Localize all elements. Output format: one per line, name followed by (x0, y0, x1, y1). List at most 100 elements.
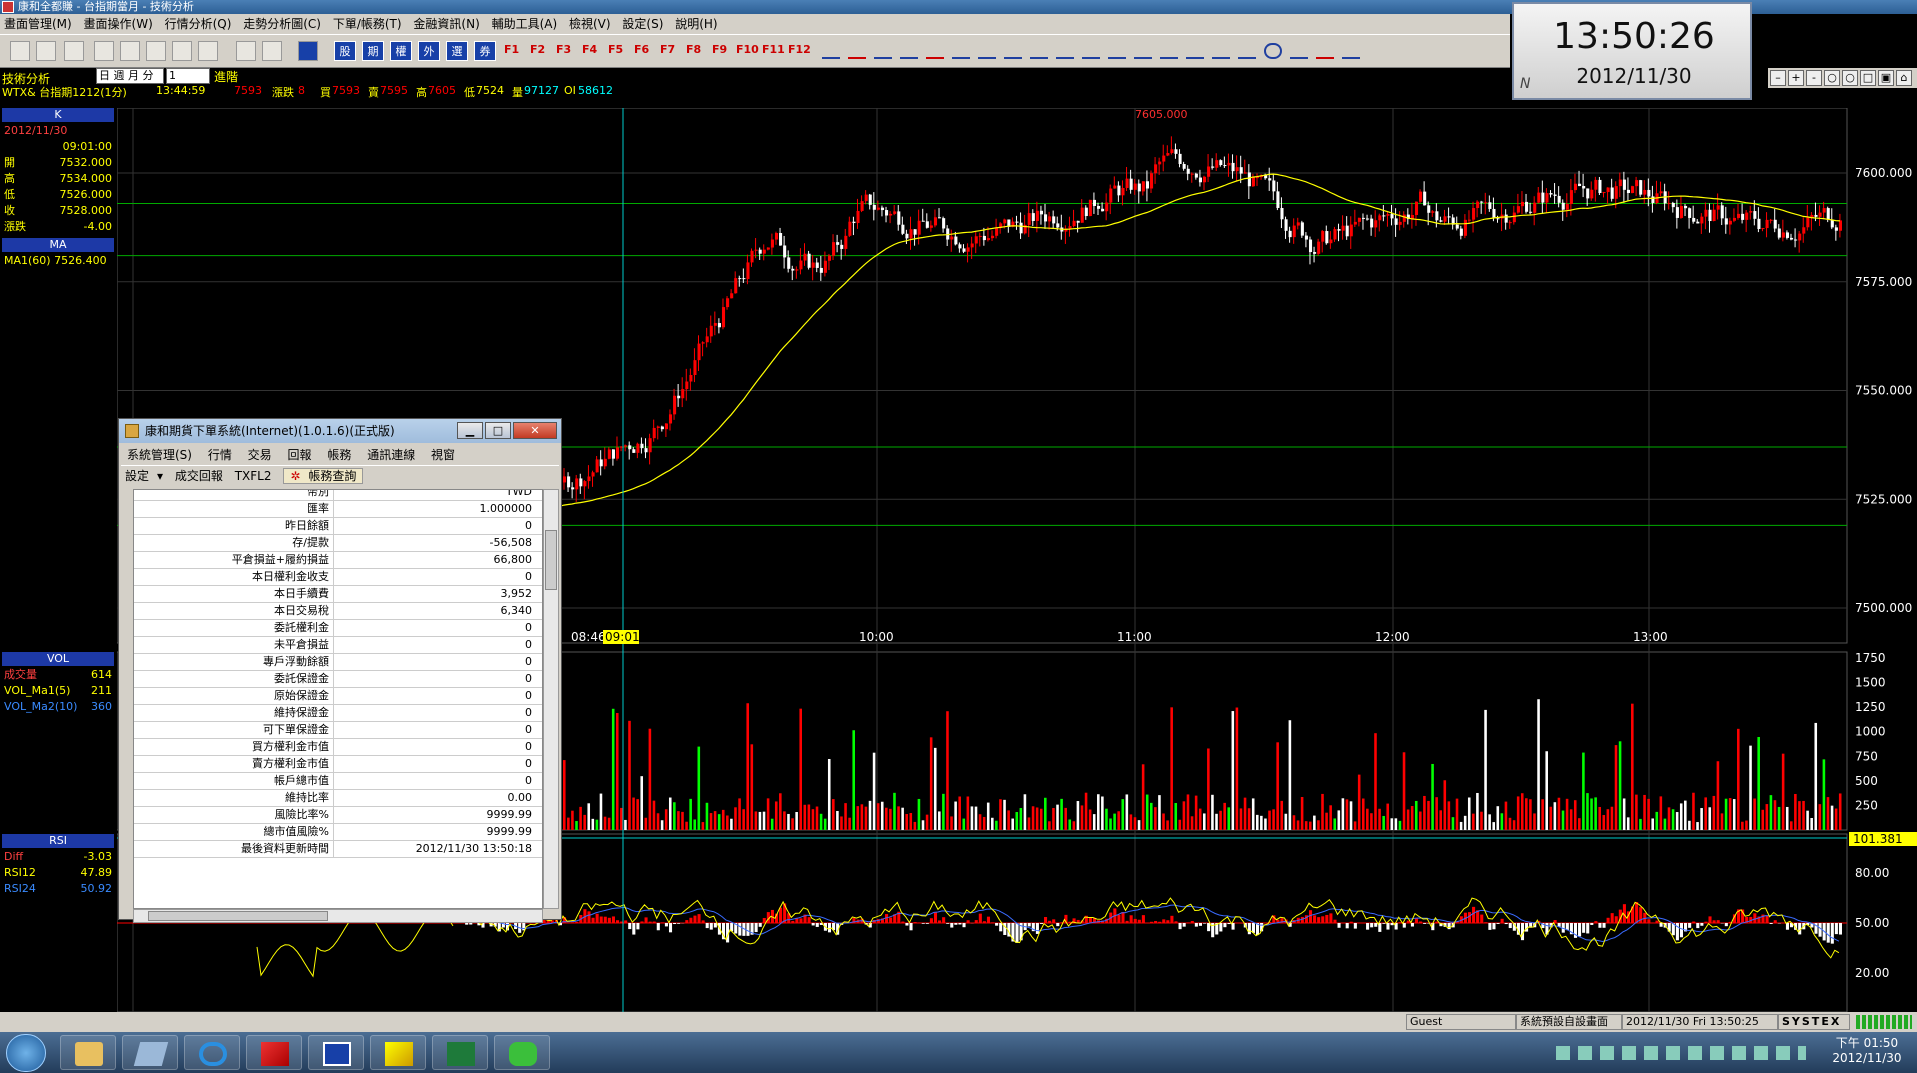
account-row[interactable]: 可下單保證金 0 (134, 722, 542, 739)
dialog-close-button[interactable]: ✕ (513, 422, 557, 439)
fkey-f5[interactable]: F5 (608, 43, 623, 56)
toolbar-concord-icon[interactable] (298, 41, 318, 61)
draw-hline-icon[interactable] (822, 43, 840, 59)
draw-circle-icon[interactable] (1264, 43, 1282, 59)
menu-item-order-account[interactable]: 下單/帳務(T) (333, 17, 402, 31)
draw-fib-icon[interactable] (1004, 43, 1022, 59)
dialog-fill-report-button[interactable]: 成交回報 (175, 469, 223, 483)
taskbar-clock[interactable]: 下午 01:50 2012/11/30 (1820, 1036, 1914, 1066)
account-row[interactable]: 總市值風險% 9999.99 (134, 824, 542, 841)
draw-pencil-icon[interactable] (1290, 43, 1308, 59)
hscroll-thumb[interactable] (148, 911, 328, 921)
menu-item-settings[interactable]: 設定(S) (622, 17, 663, 31)
ma-header[interactable]: MA (2, 238, 114, 252)
toolbar-bond-button[interactable]: 券 (474, 41, 496, 61)
toolbar-color-icon[interactable] (198, 41, 218, 61)
dialog-menu-system[interactable]: 系統管理(S) (127, 448, 192, 462)
menu-item-screen-manage[interactable]: 畫面管理(M) (4, 17, 72, 31)
draw-time-icon[interactable] (1186, 43, 1204, 59)
menu-item-help[interactable]: 說明(H) (675, 17, 717, 31)
draw-gann-icon[interactable] (1082, 43, 1100, 59)
account-row[interactable]: 昨日餘額 0 (134, 518, 542, 535)
toolbar-select-button[interactable]: 選 (446, 41, 468, 61)
toolbar-stock-button[interactable]: 股 (334, 41, 356, 61)
fkey-f6[interactable]: F6 (634, 43, 649, 56)
period-selector[interactable]: 日 週 月 分 (96, 68, 164, 84)
toolbar-save-icon[interactable] (10, 41, 30, 61)
k-header[interactable]: K (2, 108, 114, 122)
tray-icons[interactable] (1556, 1046, 1806, 1060)
account-row[interactable]: 幣別 TWD (134, 490, 542, 501)
search2-icon[interactable]: ○ (1842, 70, 1858, 86)
fkey-f8[interactable]: F8 (686, 43, 701, 56)
fkey-f11[interactable]: F11 (762, 43, 785, 56)
dialog-minimize-button[interactable]: ▁ (457, 422, 483, 439)
toolbar-window-icon[interactable] (146, 41, 166, 61)
taskbar-excel[interactable] (432, 1035, 488, 1070)
taskbar-task2[interactable] (122, 1035, 178, 1070)
dialog-menu-quote[interactable]: 行情 (208, 448, 232, 462)
account-row[interactable]: 本日權利金收支 0 (134, 569, 542, 586)
dialog-menu-window[interactable]: 視窗 (431, 448, 455, 462)
restore-icon[interactable]: □ (1860, 70, 1876, 86)
dialog-menu-report[interactable]: 回報 (288, 448, 312, 462)
menu-item-quote-analysis[interactable]: 行情分析(Q) (165, 17, 232, 31)
menu-item-view[interactable]: 檢視(V) (569, 17, 611, 31)
vol-header[interactable]: VOL (2, 652, 114, 666)
period-value-select[interactable]: 1 (166, 68, 210, 84)
toolbar-foreign-button[interactable]: 外 (418, 41, 440, 61)
menu-item-screen-operate[interactable]: 畫面操作(W) (84, 17, 153, 31)
dialog-symbol-button[interactable]: TXFL2 (235, 469, 272, 483)
menu-item-tools[interactable]: 輔助工具(A) (492, 17, 558, 31)
toolbar-print-icon[interactable] (36, 41, 56, 61)
account-row[interactable]: 最後資料更新時間 2012/11/30 13:50:18 (134, 841, 542, 858)
draw-trendline-icon[interactable] (848, 43, 866, 59)
draw-chart-icon[interactable] (1342, 43, 1360, 59)
draw-delete-icon[interactable] (1316, 43, 1334, 59)
draw-arrow-icon[interactable] (952, 43, 970, 59)
search-icon[interactable]: ○ (1824, 70, 1840, 86)
account-row[interactable]: 存/提款 -56,508 (134, 535, 542, 552)
dialog-vertical-scrollbar[interactable] (543, 489, 559, 909)
menu-item-financial-info[interactable]: 金融資訊(N) (413, 17, 479, 31)
account-row[interactable]: 帳戶總市值 0 (134, 773, 542, 790)
taskbar-concord[interactable] (308, 1035, 364, 1070)
account-row[interactable]: 委託權利金 0 (134, 620, 542, 637)
window-minimize-icon[interactable]: – (1770, 70, 1786, 86)
dialog-settings-button[interactable]: 設定 (125, 469, 149, 483)
bookmark-icon[interactable]: ⌂ (1896, 70, 1912, 86)
draw-fan-icon[interactable] (978, 43, 996, 59)
draw-volume-icon[interactable] (1238, 43, 1256, 59)
account-row[interactable]: 本日交易稅 6,340 (134, 603, 542, 620)
account-row[interactable]: 未平倉損益 0 (134, 637, 542, 654)
dialog-maximize-button[interactable]: □ (485, 422, 511, 439)
account-row[interactable]: 匯率 1.000000 (134, 501, 542, 518)
dialog-horizontal-scrollbar[interactable] (133, 909, 543, 923)
toolbar-monitor-icon[interactable] (262, 41, 282, 61)
toolbar-close-window-icon[interactable] (120, 41, 140, 61)
dialog-menu-connection[interactable]: 通訊連線 (367, 448, 415, 462)
account-row[interactable]: 維持保證金 0 (134, 705, 542, 722)
account-grid[interactable]: 幣別 TWD 匯率 1.000000 昨日餘額 0 存/提款 -56,508 平倉損益+履約損益… (133, 489, 543, 909)
chevron-down-icon[interactable]: ▾ (157, 469, 163, 483)
account-row[interactable]: 賣方權利金市值 0 (134, 756, 542, 773)
menu-item-trend-chart[interactable]: 走勢分析圖(C) (243, 17, 321, 31)
toolbar-layout-icon[interactable] (64, 41, 84, 61)
toolbar-warrant-button[interactable]: 權 (390, 41, 412, 61)
account-row[interactable]: 平倉損益+履約損益 66,800 (134, 552, 542, 569)
toolbar-futures-button[interactable]: 期 (362, 41, 384, 61)
draw-channel-icon[interactable] (874, 43, 892, 59)
draw-rect-icon[interactable] (926, 43, 944, 59)
fkey-f12[interactable]: F12 (788, 43, 811, 56)
fkey-f10[interactable]: F10 (736, 43, 759, 56)
advanced-button[interactable]: 進階 (214, 68, 238, 85)
fkey-f9[interactable]: F9 (712, 43, 727, 56)
draw-percent-icon[interactable] (1134, 43, 1152, 59)
account-row[interactable]: 維持比率 0.00 (134, 790, 542, 807)
draw-fib3-icon[interactable] (1056, 43, 1074, 59)
dialog-menu-trade[interactable]: 交易 (248, 448, 272, 462)
account-row[interactable]: 委託保證金 0 (134, 671, 542, 688)
draw-fib2-icon[interactable] (1030, 43, 1048, 59)
fkey-f7[interactable]: F7 (660, 43, 675, 56)
fkey-f2[interactable]: F2 (530, 43, 545, 56)
